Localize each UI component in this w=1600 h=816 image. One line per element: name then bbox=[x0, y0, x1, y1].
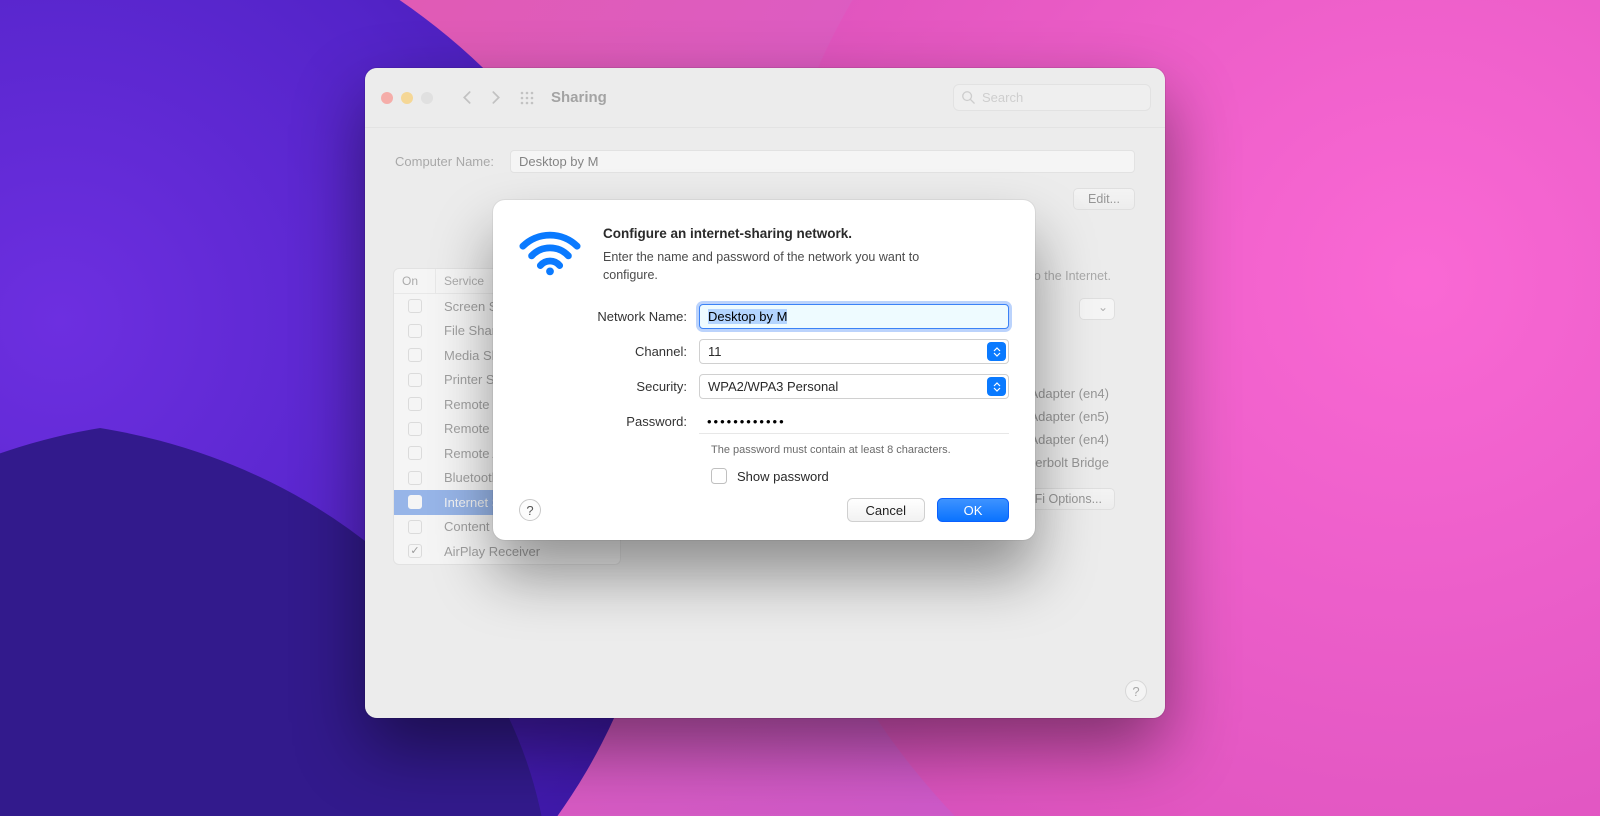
cancel-button[interactable]: Cancel bbox=[847, 498, 925, 522]
service-checkbox[interactable] bbox=[408, 544, 422, 558]
security-select[interactable]: WPA2/WPA3 Personal bbox=[699, 374, 1009, 399]
chevron-right-icon bbox=[489, 91, 502, 104]
dialog-title: Configure an internet-sharing network. bbox=[603, 226, 963, 241]
password-label: Password: bbox=[519, 414, 699, 429]
titlebar: Sharing bbox=[365, 68, 1165, 128]
service-label: AirPlay Receiver bbox=[436, 544, 620, 559]
network-name-label: Network Name: bbox=[519, 309, 699, 324]
wifi-icon bbox=[519, 226, 581, 279]
share-connection-select[interactable] bbox=[1079, 298, 1115, 320]
channel-value: 11 bbox=[708, 344, 722, 359]
chevron-left-icon bbox=[461, 91, 474, 104]
grid-icon bbox=[519, 90, 535, 106]
service-checkbox[interactable] bbox=[408, 520, 422, 534]
service-checkbox[interactable] bbox=[408, 471, 422, 485]
channel-select[interactable]: 11 bbox=[699, 339, 1009, 364]
configure-network-dialog: Configure an internet-sharing network. E… bbox=[493, 200, 1035, 540]
back-button[interactable] bbox=[455, 86, 479, 110]
search-input[interactable] bbox=[953, 84, 1151, 111]
dialog-subtitle: Enter the name and password of the netwo… bbox=[603, 249, 963, 284]
computer-name-input[interactable] bbox=[510, 150, 1135, 173]
password-hint: The password must contain at least 8 cha… bbox=[711, 444, 1009, 456]
show-all-button[interactable] bbox=[515, 86, 539, 110]
help-button[interactable]: ? bbox=[1125, 680, 1147, 702]
computer-name-label: Computer Name: bbox=[395, 154, 494, 169]
password-input[interactable] bbox=[699, 409, 1009, 434]
network-name-input[interactable] bbox=[699, 304, 1009, 329]
service-checkbox[interactable] bbox=[408, 324, 422, 338]
service-checkbox[interactable] bbox=[408, 348, 422, 362]
service-checkbox[interactable] bbox=[408, 422, 422, 436]
traffic-lights bbox=[381, 92, 433, 104]
dialog-help-button[interactable]: ? bbox=[519, 499, 541, 521]
service-checkbox[interactable] bbox=[408, 397, 422, 411]
show-password-checkbox[interactable] bbox=[711, 468, 727, 484]
service-checkbox[interactable] bbox=[408, 446, 422, 460]
service-row[interactable]: AirPlay Receiver bbox=[394, 539, 620, 564]
stepper-arrows-icon bbox=[987, 342, 1006, 361]
service-checkbox[interactable] bbox=[408, 495, 422, 509]
stepper-arrows-icon bbox=[987, 377, 1006, 396]
security-value: WPA2/WPA3 Personal bbox=[708, 379, 838, 394]
zoom-window-button[interactable] bbox=[421, 92, 433, 104]
ok-button[interactable]: OK bbox=[937, 498, 1009, 522]
show-password-label: Show password bbox=[737, 469, 829, 484]
service-checkbox[interactable] bbox=[408, 373, 422, 387]
channel-label: Channel: bbox=[519, 344, 699, 359]
edit-button[interactable]: Edit... bbox=[1073, 188, 1135, 210]
close-window-button[interactable] bbox=[381, 92, 393, 104]
services-header-on: On bbox=[394, 269, 436, 293]
security-label: Security: bbox=[519, 379, 699, 394]
window-title: Sharing bbox=[551, 89, 607, 106]
search-icon bbox=[961, 90, 975, 104]
forward-button[interactable] bbox=[483, 86, 507, 110]
minimize-window-button[interactable] bbox=[401, 92, 413, 104]
service-checkbox[interactable] bbox=[408, 299, 422, 313]
